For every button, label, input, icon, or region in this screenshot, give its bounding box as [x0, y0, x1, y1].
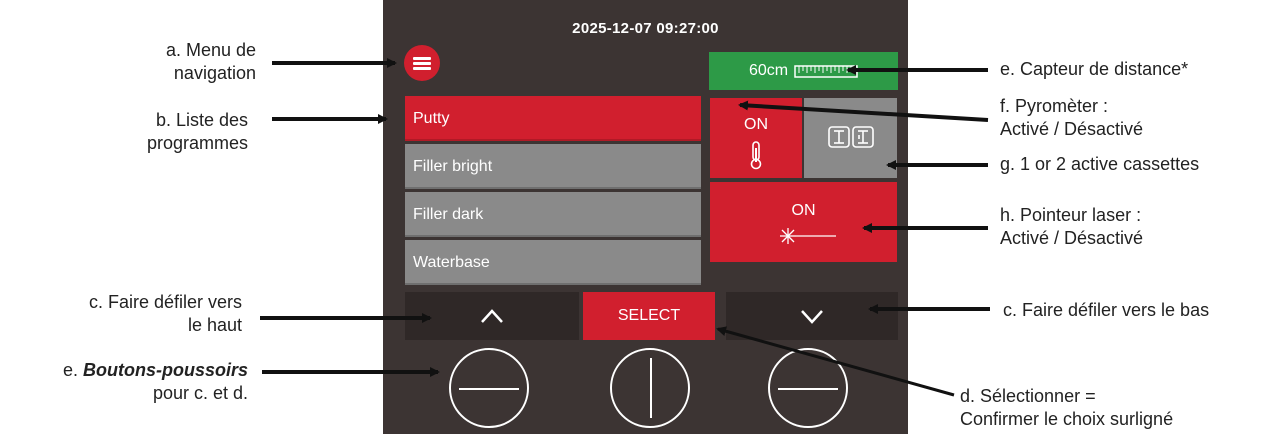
label-h: h. Pointeur laser : Activé / Désactivé	[1000, 205, 1144, 248]
label-e-left: e. Boutons-poussoirs pour c. et d.	[62, 360, 248, 403]
label-d: d. Sélectionner = Confirmer le choix sur…	[960, 386, 1174, 429]
label-a: a. Menu de navigation	[165, 40, 256, 83]
arrow-f	[738, 100, 989, 122]
label-b: b. Liste des programmes	[146, 110, 248, 153]
label-c-right: c. Faire défiler vers le bas	[1003, 300, 1210, 320]
arrow-d	[716, 326, 955, 397]
label-e-right: e. Capteur de distance*	[1000, 59, 1189, 79]
label-f: f. Pyromèter : Activé / Désactivé	[1000, 96, 1144, 139]
label-c-left: c. Faire défiler vers le haut	[88, 292, 242, 335]
label-g: g. 1 or 2 active cassettes	[1000, 154, 1200, 174]
